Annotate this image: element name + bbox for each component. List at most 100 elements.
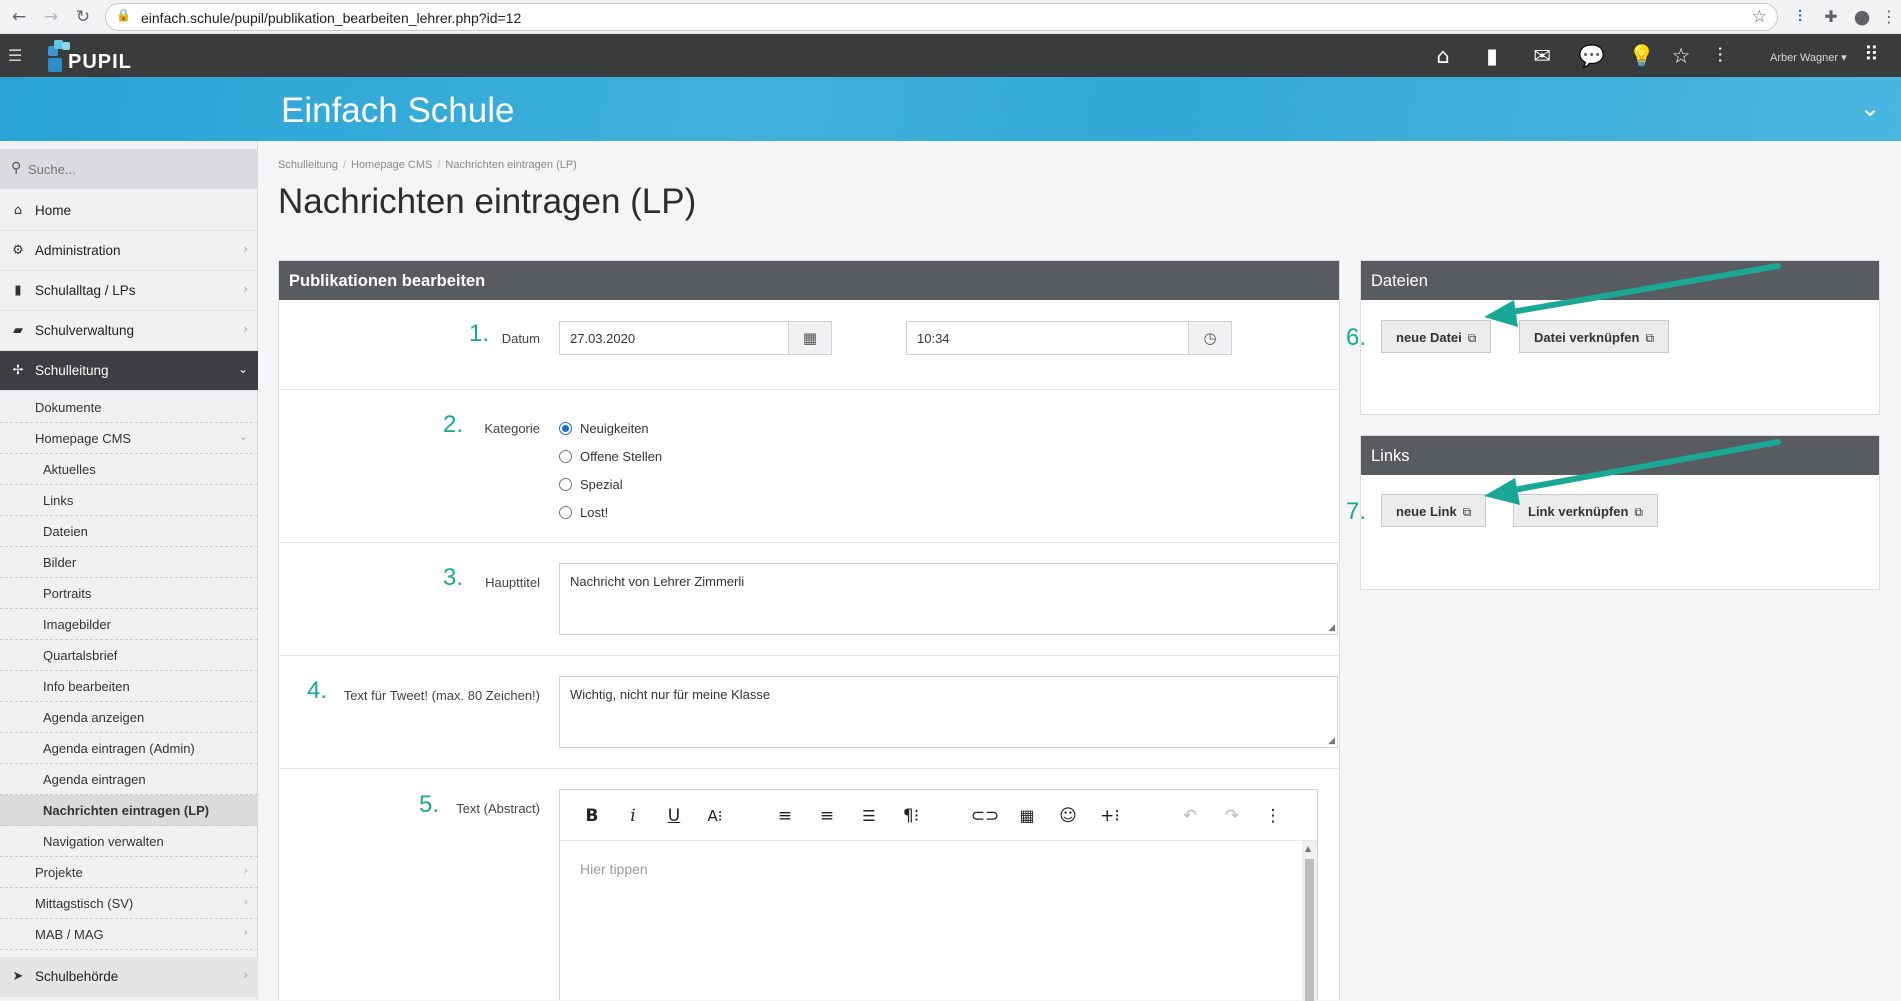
resize-grip-icon[interactable]: ◢ (1328, 623, 1335, 633)
sidebar-item-home[interactable]: ⌂ Home (0, 191, 258, 231)
scroll-up-icon[interactable]: ▲ (1305, 844, 1311, 853)
sidebar-item-administration[interactable]: ⚙ Administration › (0, 231, 258, 271)
align-center-icon[interactable]: ≡ (812, 803, 842, 829)
underline-icon[interactable]: U (659, 803, 689, 829)
search-input[interactable] (28, 155, 248, 183)
undo-icon[interactable]: ↶ (1175, 803, 1205, 829)
sidebar-subitem-agenda-eintragen[interactable]: Agenda eintragen (0, 764, 258, 795)
forward-arrow-icon[interactable]: → (38, 4, 64, 30)
haupttitel-textarea[interactable]: Nachricht von Lehrer Zimmerli ◢ (559, 563, 1338, 635)
bold-icon[interactable]: B (577, 803, 607, 829)
sidebar-subitem-label: Agenda eintragen (Admin) (43, 741, 195, 756)
radio-empty-icon (559, 478, 572, 491)
back-arrow-icon[interactable]: ← (6, 4, 32, 30)
tweet-textarea[interactable]: Wichtig, nicht nur für meine Klasse ◢ (559, 676, 1338, 748)
sidebar-subitem-label: Links (43, 493, 74, 508)
sidebar-subitem-dateien[interactable]: Dateien (0, 516, 258, 547)
chat-icon[interactable]: 💬 (1577, 42, 1607, 70)
browser-menu-icon[interactable]: ⋮ (1876, 4, 1901, 30)
button-label: neue Datei (1396, 330, 1462, 345)
sidebar-subitem-projekte[interactable]: Projekte › (0, 857, 258, 888)
sidebar-subitem-bilder[interactable]: Bilder (0, 547, 258, 578)
reload-icon[interactable]: ↻ (70, 4, 96, 30)
sidebar-item-schulalltag[interactable]: ▮ Schulalltag / LPs › (0, 271, 258, 311)
sliders-icon[interactable]: ⫶ (1705, 42, 1735, 70)
sidebar-subitem-quartalsbrief[interactable]: Quartalsbrief (0, 640, 258, 671)
table-icon[interactable]: ▦ (1012, 803, 1042, 829)
time-input[interactable]: 10:34 (906, 321, 1189, 355)
bookmark-icon: ▮ (14, 283, 22, 298)
sidebar-item-label: Administration (35, 243, 121, 258)
address-bar[interactable]: 🔒 einfach.schule/pupil/publikation_bearb… (105, 3, 1778, 31)
app-grid-icon[interactable]: ⠿ (1864, 42, 1879, 66)
sidebar-subitem-portraits[interactable]: Portraits (0, 578, 258, 609)
sidebar-subitem-dokumente[interactable]: Dokumente (0, 392, 258, 423)
sidebar-subitem-aktuelles[interactable]: Aktuelles (0, 454, 258, 485)
sidebar-subitem-imagebilder[interactable]: Imagebilder (0, 609, 258, 640)
user-menu[interactable]: Arber Wagner ▾ (1770, 51, 1847, 64)
outlook-icon[interactable]: ✉ (1527, 42, 1557, 70)
sidebar-subitem-label: Navigation verwalten (43, 834, 164, 849)
pupil-logo[interactable]: PUPIL (46, 38, 136, 74)
haupttitel-value: Nachricht von Lehrer Zimmerli (570, 574, 745, 589)
sidebar-subitem-mab-mag[interactable]: MAB / MAG › (0, 919, 258, 950)
clock-icon[interactable]: ◷ (1188, 321, 1232, 355)
sidebar-item-label: Schulleitung (35, 363, 109, 378)
radio-empty-icon (559, 450, 572, 463)
redo-icon[interactable]: ↷ (1217, 803, 1247, 829)
radio-label: Neuigkeiten (580, 421, 649, 436)
editor-placeholder[interactable]: Hier tippen (580, 861, 648, 877)
date-input[interactable]: 27.03.2020 (559, 321, 789, 355)
lightbulb-icon[interactable]: 💡 (1627, 42, 1657, 70)
neue-datei-button[interactable]: neue Datei ⧉ (1381, 320, 1492, 353)
bookmark-star-icon[interactable]: ☆ (1752, 7, 1767, 27)
datei-verknuepfen-button[interactable]: Datei verknüpfen ⧉ (1519, 320, 1670, 353)
sidebar-subitem-nachrichten-eintragen[interactable]: Nachrichten eintragen (LP) (0, 795, 258, 826)
sidebar-item-schulverwaltung[interactable]: ▰ Schulverwaltung › (0, 311, 258, 351)
office-icon[interactable]: ▮ (1477, 42, 1507, 70)
home-icon[interactable]: ⌂ (1428, 42, 1458, 70)
sidebar-subitem-agenda-anzeigen[interactable]: Agenda anzeigen (0, 702, 258, 733)
insert-more-icon[interactable]: +⁝ (1095, 803, 1125, 829)
sidebar-subitem-links[interactable]: Links (0, 485, 258, 516)
sidebar-item-schulleitung[interactable]: ✢ Schulleitung ⌄ (0, 351, 258, 391)
link-icon[interactable]: ⊂⊃ (970, 803, 1000, 829)
emoji-icon[interactable]: ☺ (1053, 803, 1083, 829)
favorites-star-icon[interactable]: ☆ (1666, 42, 1696, 70)
sidebar-item-schulbehoerde[interactable]: ➤ Schulbehörde › (0, 957, 258, 997)
chevron-right-icon: › (243, 242, 248, 256)
external-link-icon: ⧉ (1467, 331, 1477, 345)
puzzle-icon[interactable]: ✚ (1818, 4, 1844, 30)
breadcrumb-item[interactable]: Homepage CMS (351, 159, 432, 171)
sidebar-subitem-label: Imagebilder (43, 617, 111, 632)
sidebar-subitem-navigation-verwalten[interactable]: Navigation verwalten (0, 826, 258, 857)
breadcrumb-item[interactable]: Schulleitung (278, 159, 338, 171)
sidebar-subitem-agenda-eintragen-admin[interactable]: Agenda eintragen (Admin) (0, 733, 258, 764)
paragraph-icon[interactable]: ¶⁝ (896, 803, 926, 829)
chevron-right-icon: › (243, 895, 248, 908)
sidebar-subitem-info-bearbeiten[interactable]: Info bearbeiten (0, 671, 258, 702)
radio-selected-icon (559, 422, 572, 435)
sidebar-subitem-mittagstisch[interactable]: Mittagstisch (SV) › (0, 888, 258, 919)
menu-toggle-icon[interactable]: ☰ (8, 46, 22, 65)
more-options-icon[interactable]: ⋮ (1258, 803, 1288, 829)
profile-icon[interactable]: ● (1849, 4, 1875, 30)
sidebar-subitem-label: MAB / MAG (35, 927, 104, 942)
sidebar-subitem-label: Aktuelles (43, 462, 96, 477)
link-verknuepfen-button[interactable]: Link verknüpfen ⧉ (1513, 494, 1658, 527)
abstract-label: Text (Abstract) (456, 801, 540, 816)
ordered-list-icon[interactable]: ☰ (854, 803, 884, 829)
editor-scrollbar[interactable]: ▲ (1302, 841, 1317, 1001)
extension-icon[interactable]: ⫶ (1787, 4, 1813, 30)
font-size-icon[interactable]: A⁝ (700, 803, 730, 829)
external-link-icon: ⧉ (1645, 331, 1655, 345)
calendar-icon[interactable]: ▦ (788, 321, 832, 355)
sidebar-subitem-homepage-cms[interactable]: Homepage CMS ⌄ (0, 423, 258, 454)
neue-link-button[interactable]: neue Link ⧉ (1381, 494, 1487, 527)
sidebar-item-label: Schulbehörde (35, 969, 119, 984)
scrollbar-thumb[interactable] (1305, 859, 1314, 1001)
italic-icon[interactable]: i (618, 803, 648, 829)
align-left-icon[interactable]: ≡ (770, 803, 800, 829)
chevron-down-icon[interactable]: ⌄ (1860, 94, 1880, 122)
resize-grip-icon[interactable]: ◢ (1328, 736, 1335, 746)
